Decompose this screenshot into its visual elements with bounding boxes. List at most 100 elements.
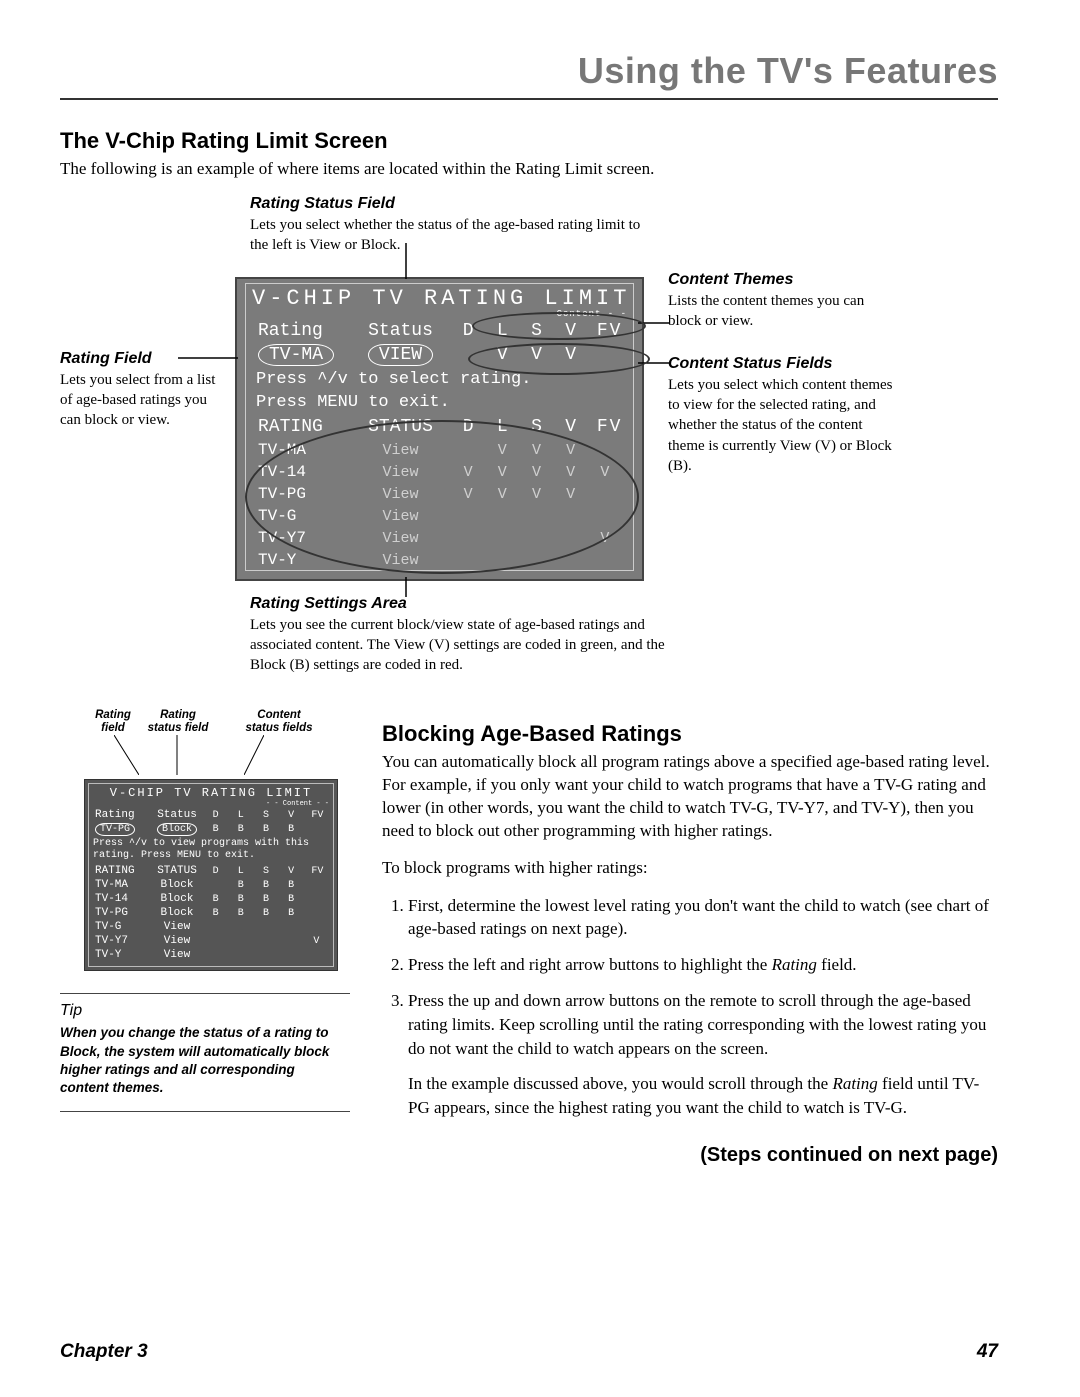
osd-list-row: TV-YView	[252, 549, 627, 571]
ct-col: S	[528, 321, 546, 341]
annot-heading: Rating Settings Area	[250, 595, 690, 613]
mini-list-row: TV-YView	[93, 948, 329, 962]
ct-col: FV	[597, 321, 615, 341]
mini-label: Rating	[160, 709, 196, 721]
continued-note: (Steps continued on next page)	[382, 1144, 998, 1167]
annot-heading: Rating Field	[60, 350, 230, 368]
ct-col: FV	[597, 417, 615, 437]
annot-text: Lets you select whether the status of th…	[250, 215, 650, 256]
section-heading-blocking: Blocking Age-Based Ratings	[382, 721, 998, 747]
osd-instr2: Press MENU to exit.	[256, 392, 627, 413]
ct-val	[460, 345, 478, 365]
header-rule	[60, 98, 998, 100]
annot-rating-status-field: Rating Status Field Lets you select whet…	[250, 195, 650, 256]
annot-heading: Rating Status Field	[250, 195, 650, 213]
footer-chapter: Chapter 3	[60, 1341, 148, 1363]
ct-col: V	[563, 417, 581, 437]
steps-list: First, determine the lowest level rating…	[382, 894, 998, 1120]
annot-content-themes: Content Themes Lists the content themes …	[668, 271, 888, 332]
mini-list-row: TV-Y7ViewV	[93, 934, 329, 948]
ct-col: D	[211, 866, 221, 877]
osd-instr1: Press ^/v to select rating.	[256, 369, 627, 390]
mini-hdr-status: Status	[151, 809, 203, 821]
osd-header-row: Rating Status D L S V FV	[252, 319, 627, 343]
osd-title: V-CHIP TV RATING LIMIT	[252, 286, 627, 311]
osd-list-row: TV-14ViewVVVVV	[252, 461, 627, 483]
ct-col: L	[236, 866, 246, 877]
mini-label: field	[101, 722, 125, 734]
ct-val	[311, 824, 321, 835]
section2-p1: You can automatically block all program …	[382, 751, 998, 843]
ct-val: V	[528, 345, 546, 365]
osd-sel-status: VIEW	[368, 344, 433, 366]
annot-text: Lets you select which content themes to …	[668, 375, 898, 476]
osd-sel-rating: TV-MA	[258, 344, 334, 366]
ct-col: D	[211, 810, 221, 821]
section-heading-vchip: The V-Chip Rating Limit Screen	[60, 128, 998, 154]
tip-text: When you change the status of a rating t…	[60, 1024, 346, 1097]
mini-label: status fields	[245, 722, 312, 734]
ct-val: B	[236, 824, 246, 835]
ct-val: B	[211, 824, 221, 835]
osd-list-row: TV-PGViewVVVV	[252, 483, 627, 505]
ct-val: B	[261, 824, 271, 835]
mini-osd-screen: V-CHIP TV RATING LIMIT - - Content - - R…	[84, 779, 338, 971]
page-header-title: Using the TV's Features	[60, 50, 998, 92]
ct-val	[597, 345, 615, 365]
osd-list-hdr-rating: RATING	[252, 417, 353, 437]
mini-list-hdr-status: STATUS	[151, 865, 203, 877]
ct-col: V	[563, 321, 581, 341]
figure-1: Rating Status Field Lets you select whet…	[60, 195, 998, 685]
footer-page-number: 47	[977, 1341, 998, 1363]
ct-col: S	[261, 810, 271, 821]
tip-heading: Tip	[60, 1002, 346, 1020]
mini-label: Content	[257, 709, 300, 721]
mini-list-row: TV-14BlockBBBB	[93, 892, 329, 906]
mini-osd-labels: Rating field Rating status field Content…	[84, 709, 344, 735]
osd-list-row: TV-Y7ViewV	[252, 527, 627, 549]
mini-list-row: TV-GView	[93, 920, 329, 934]
osd-selected-row: TV-MA VIEW V V V	[252, 343, 627, 367]
osd-list-hdr-status: STATUS	[353, 417, 448, 437]
ct-col: L	[494, 417, 512, 437]
mini-list-row: TV-PGBlockBBBB	[93, 906, 329, 920]
ct-col: S	[261, 866, 271, 877]
ct-col: D	[460, 321, 478, 341]
ct-col: D	[460, 417, 478, 437]
annot-text: Lets you select from a list of age-based…	[60, 370, 230, 431]
annot-content-status-fields: Content Status Fields Lets you select wh…	[668, 355, 898, 476]
ct-col: FV	[311, 810, 321, 821]
mini-osd-title: V-CHIP TV RATING LIMIT	[93, 786, 329, 800]
osd-hdr-status: Status	[353, 321, 448, 341]
section2-p2: To block programs with higher ratings:	[382, 857, 998, 880]
mini-sel-rating: TV-PG	[95, 823, 135, 836]
osd-list-row: TV-MAViewVVV	[252, 439, 627, 461]
mini-osd-divider: - - Content - -	[93, 800, 329, 808]
section1-intro: The following is an example of where ite…	[60, 158, 998, 181]
ct-val: V	[494, 345, 512, 365]
mini-list-row: TV-MABlockBBB	[93, 878, 329, 892]
osd-list-header: RATING STATUS D L S V FV	[252, 415, 627, 439]
step-item: Press the left and right arrow buttons t…	[408, 953, 998, 977]
mini-sel-status: Block	[157, 823, 197, 836]
annot-heading: Content Status Fields	[668, 355, 898, 373]
mini-list-hdr-rating: RATING	[93, 865, 151, 877]
mini-label: Rating	[95, 709, 131, 721]
tip-block: Tip When you change the status of a rati…	[60, 993, 350, 1112]
osd-hdr-rating: Rating	[252, 321, 353, 341]
step-item: Press the up and down arrow buttons on t…	[408, 989, 998, 1120]
ct-val: B	[286, 824, 296, 835]
ct-val: V	[563, 345, 581, 365]
annot-text: Lets you see the current block/view stat…	[250, 615, 690, 676]
ct-col: FV	[311, 866, 321, 877]
step-item: First, determine the lowest level rating…	[408, 894, 998, 942]
annot-rating-settings-area: Rating Settings Area Lets you see the cu…	[250, 595, 690, 676]
mini-label: status field	[148, 722, 209, 734]
ct-col: V	[286, 866, 296, 877]
osd-screen: V-CHIP TV RATING LIMIT - - Content - - R…	[235, 277, 644, 581]
annot-rating-field: Rating Field Lets you select from a list…	[60, 350, 230, 431]
ct-col: L	[236, 810, 246, 821]
ct-col: S	[528, 417, 546, 437]
annot-text: Lists the content themes you can block o…	[668, 291, 888, 332]
annot-heading: Content Themes	[668, 271, 888, 289]
